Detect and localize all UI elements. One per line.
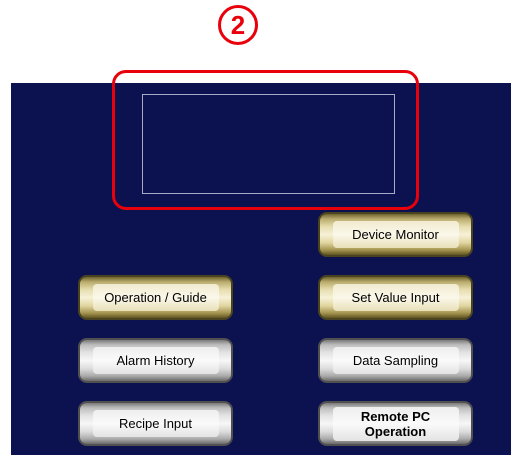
device-monitor-button[interactable]: Device Monitor — [318, 212, 473, 257]
remote-pc-operation-line2: Operation — [364, 423, 427, 439]
set-value-input-button-label: Set Value Input — [332, 284, 459, 311]
data-sampling-button[interactable]: Data Sampling — [318, 338, 473, 383]
callout-highlight-box — [112, 70, 419, 210]
alarm-history-button[interactable]: Alarm History — [78, 338, 233, 383]
alarm-history-button-label: Alarm History — [92, 347, 219, 374]
operation-guide-button-label: Operation / Guide — [92, 284, 219, 311]
device-monitor-button-label: Device Monitor — [332, 221, 459, 248]
data-sampling-button-label: Data Sampling — [332, 347, 459, 374]
remote-pc-operation-button-label: Remote PC Operation — [332, 406, 459, 441]
set-value-input-button[interactable]: Set Value Input — [318, 275, 473, 320]
remote-pc-operation-line1: Remote PC — [360, 408, 431, 424]
recipe-input-button-label: Recipe Input — [92, 410, 219, 437]
callout-number-badge: 2 — [218, 5, 258, 45]
recipe-input-button[interactable]: Recipe Input — [78, 401, 233, 446]
operation-guide-button[interactable]: Operation / Guide — [78, 275, 233, 320]
remote-pc-operation-button[interactable]: Remote PC Operation — [318, 401, 473, 446]
